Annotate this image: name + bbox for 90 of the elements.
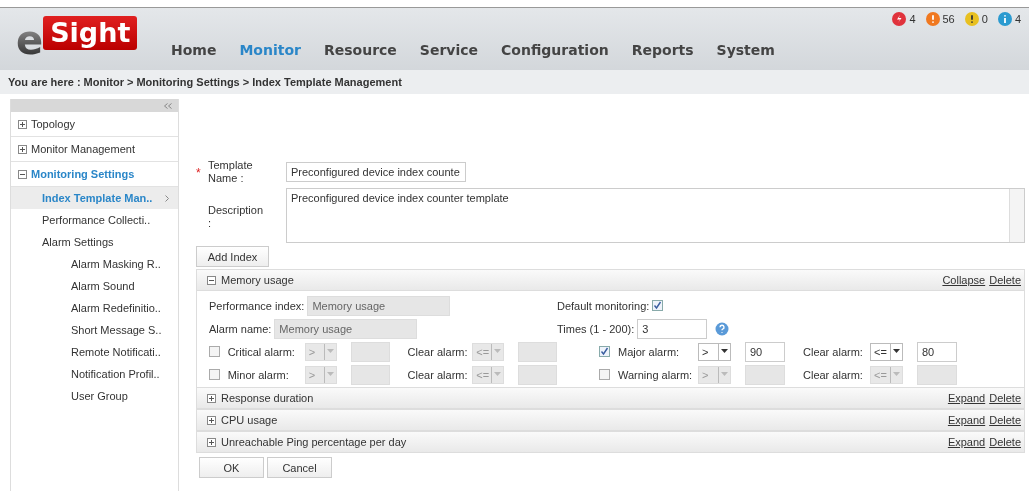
required-mark: *	[196, 165, 202, 180]
clear-threshold-field[interactable]: 80	[917, 341, 957, 362]
alarm-icon[interactable]	[964, 12, 979, 26]
field-label: Description :	[208, 203, 264, 230]
section-title: CPU usage	[221, 414, 278, 426]
description-field[interactable]: Preconfigured device index counter template	[286, 188, 1025, 243]
sidebar-item[interactable]: Topology	[11, 112, 178, 137]
delete-link[interactable]: Delete	[989, 392, 1021, 404]
delete-link[interactable]: Delete	[989, 274, 1021, 286]
alarm-count: 4	[1014, 13, 1021, 25]
alarm-name-field[interactable]: Memory usage	[274, 318, 418, 339]
times-field[interactable]: 3	[637, 318, 708, 339]
expand-icon[interactable]	[207, 393, 216, 403]
threshold-field[interactable]	[745, 364, 785, 385]
template-name-field[interactable]: Preconfigured device index counte	[286, 162, 466, 182]
expand-icon[interactable]	[18, 144, 27, 154]
toggle-link[interactable]: Expand	[947, 436, 986, 448]
checkbox[interactable]	[652, 300, 664, 311]
nav-tab[interactable]: System	[709, 42, 791, 58]
clear-threshold-field[interactable]	[518, 341, 557, 362]
toggle-link[interactable]: Expand	[947, 414, 986, 426]
field-label: Template Name :	[208, 159, 254, 185]
field-label: Alarm name:	[209, 322, 272, 335]
breadcrumb: You are here : Monitor > Monitoring Settings > Index Template Management	[0, 70, 1029, 94]
field-label: Performance index:	[209, 299, 305, 312]
alarm-icon[interactable]	[892, 12, 907, 26]
collapse-icon[interactable]	[18, 169, 27, 179]
expand-icon[interactable]	[18, 119, 27, 129]
sidebar-item[interactable]: User Group	[11, 385, 178, 407]
delete-link[interactable]: Delete	[989, 414, 1021, 426]
section-header[interactable]: Memory usage Collapse Delete	[197, 270, 1024, 291]
delete-link[interactable]: Delete	[989, 436, 1021, 448]
collapse-icon[interactable]	[207, 275, 216, 285]
collapse-sidebar-icon[interactable]	[164, 102, 172, 109]
sidebar-item[interactable]: Alarm Masking R..	[11, 253, 178, 275]
section-title: Response duration	[221, 392, 314, 404]
nav-tab[interactable]: Service	[412, 42, 495, 58]
field-label: Default monitoring:	[557, 299, 650, 312]
expand-icon[interactable]	[207, 415, 216, 425]
nav-tab[interactable]: Configuration	[494, 42, 625, 58]
form-button[interactable]: Cancel	[267, 457, 332, 478]
performance-index-field[interactable]: Memory usage	[307, 295, 451, 316]
nav-tab[interactable]: Resource	[316, 42, 413, 58]
field-label: Times (1 - 200):	[557, 322, 635, 335]
sidebar-item[interactable]: Remote Notificati..	[11, 341, 178, 363]
clear-threshold-field[interactable]	[917, 364, 957, 385]
alarm-label: Major alarm:	[618, 345, 681, 358]
clear-alarm-label: Clear alarm:	[407, 345, 469, 358]
sidebar-item[interactable]: Alarm Redefinitio..	[11, 297, 178, 319]
section-title: Memory usage	[221, 274, 294, 286]
threshold-field[interactable]	[350, 364, 390, 385]
sidebar-item[interactable]: Alarm Sound	[11, 275, 178, 297]
nav-tab[interactable]: Home	[164, 42, 233, 58]
caret-icon[interactable]	[721, 349, 728, 354]
caret-icon[interactable]	[893, 349, 900, 354]
sidebar-item[interactable]: Performance Collecti..	[11, 209, 178, 231]
threshold-field[interactable]: 90	[745, 341, 785, 362]
chevron-icon	[165, 194, 170, 202]
checkbox[interactable]	[209, 346, 220, 357]
sidebar-item[interactable]: Short Message S..	[11, 319, 178, 341]
alarm-label: Minor alarm:	[227, 368, 290, 381]
section-header[interactable]: Unreachable Ping percentage per day Expand Delete	[197, 432, 1024, 453]
section-header[interactable]: CPU usage Expand Delete	[197, 410, 1024, 431]
alarm-count: 0	[981, 13, 988, 25]
sidebar-item[interactable]: Monitor Management	[11, 137, 178, 162]
operator-dropdown[interactable]: <=	[870, 342, 903, 361]
threshold-field[interactable]	[350, 341, 390, 362]
toggle-link[interactable]: Collapse	[942, 274, 986, 286]
clear-threshold-field[interactable]	[518, 364, 557, 385]
nav-tab[interactable]: Reports	[624, 42, 710, 58]
alarm-label: Warning alarm:	[618, 368, 694, 381]
operator-dropdown[interactable]: >	[698, 342, 731, 361]
alarm-count: 56	[942, 13, 955, 25]
sidebar-item[interactable]: Notification Profil..	[11, 363, 178, 385]
checkbox[interactable]	[209, 369, 220, 380]
form-button[interactable]: OK	[199, 457, 264, 478]
clear-alarm-label: Clear alarm:	[803, 345, 864, 358]
checkbox[interactable]	[599, 346, 610, 357]
alarm-label: Critical alarm:	[227, 345, 296, 358]
toggle-link[interactable]: Expand	[947, 392, 986, 404]
expand-icon[interactable]	[207, 437, 216, 447]
section-title: Unreachable Ping percentage per day	[221, 436, 407, 448]
checkbox[interactable]	[599, 369, 610, 380]
section-header[interactable]: Response duration Expand Delete	[197, 388, 1024, 409]
alarm-count: 4	[909, 13, 916, 25]
help-icon[interactable]	[715, 321, 730, 336]
add-index-button[interactable]: Add Index	[196, 246, 269, 267]
sidebar-item[interactable]: Alarm Settings	[11, 231, 178, 253]
clear-alarm-label: Clear alarm:	[803, 368, 864, 381]
clear-alarm-label: Clear alarm:	[407, 368, 469, 381]
